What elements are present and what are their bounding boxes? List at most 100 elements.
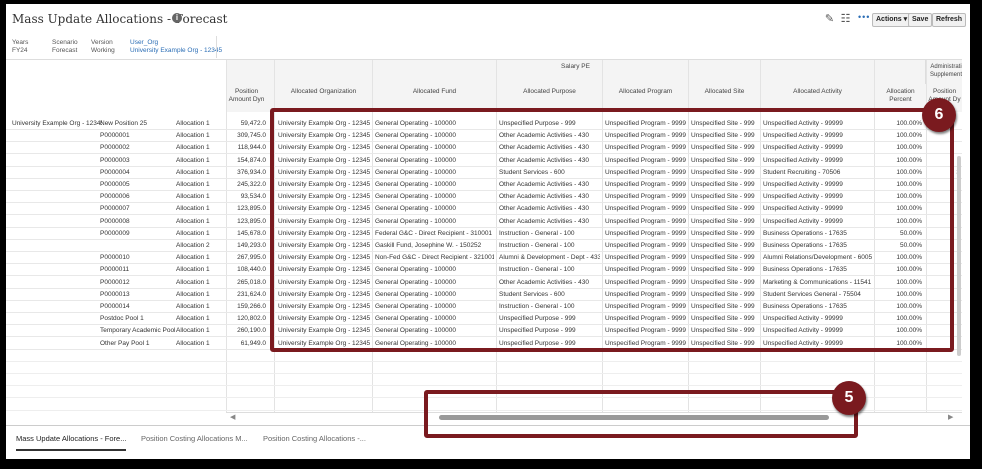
vertical-scrollbar[interactable] bbox=[957, 156, 961, 356]
cell-org0 bbox=[12, 167, 102, 179]
callout-box-scroll bbox=[424, 390, 858, 438]
pov-years[interactable]: Years FY24 bbox=[12, 39, 28, 55]
cell-amt[interactable]: 376,934.0 bbox=[226, 167, 266, 179]
cell-org0 bbox=[12, 252, 102, 264]
cell-org0 bbox=[12, 325, 102, 337]
cell-amt[interactable]: 265,018.0 bbox=[226, 277, 266, 289]
pov-label: Years bbox=[12, 39, 29, 46]
cell-org0 bbox=[12, 228, 102, 240]
pov-value: University Example Org - 12345 bbox=[130, 47, 223, 54]
cell-amt[interactable]: 61,949.0 bbox=[226, 338, 266, 350]
cell-pos: P0000013 bbox=[100, 290, 130, 298]
cell-alloc: Allocation 1 bbox=[176, 339, 210, 347]
cell-alloc: Allocation 1 bbox=[176, 168, 210, 176]
scroll-right-icon[interactable]: ▶ bbox=[948, 413, 953, 421]
cell-org0: University Example Org - 12345 bbox=[12, 120, 102, 127]
cell-alloc: Allocation 1 bbox=[176, 181, 210, 188]
cell-pos: P0000012 bbox=[100, 278, 130, 286]
cell-amt[interactable]: 149,293.0 bbox=[226, 240, 266, 252]
cell-org0 bbox=[12, 289, 102, 301]
tab-position-costing-allocations[interactable]: Position Costing Allocations -... bbox=[263, 434, 366, 443]
cell-amt[interactable]: 231,624.0 bbox=[226, 289, 266, 301]
pov-label: Version bbox=[91, 39, 113, 46]
cell-alloc: Allocation 1 bbox=[176, 205, 210, 213]
cell-org0 bbox=[12, 179, 102, 191]
cell-alloc: Allocation 1 bbox=[176, 327, 210, 335]
cell-pos: P0000005 bbox=[100, 181, 130, 188]
cell-amt[interactable]: 59,472.0 bbox=[226, 118, 266, 130]
refresh-button[interactable]: Refresh bbox=[932, 13, 967, 27]
cell-pos: P0000002 bbox=[100, 144, 130, 152]
callout-box-grid bbox=[270, 108, 954, 352]
cell-amt[interactable]: 93,534.0 bbox=[226, 191, 266, 203]
save-button[interactable]: Save bbox=[908, 13, 933, 27]
cell-alloc: Allocation 1 bbox=[176, 156, 210, 164]
pov-version[interactable]: Version Working bbox=[91, 39, 115, 55]
cell-amt[interactable]: 245,322.0 bbox=[226, 179, 266, 191]
cell-pos bbox=[100, 240, 176, 252]
cell-org0 bbox=[12, 191, 102, 203]
cell-alloc: Allocation 1 bbox=[176, 144, 210, 152]
group-header-salary: Salary PE bbox=[226, 60, 926, 84]
pov-label: User_Org bbox=[130, 39, 159, 46]
empty-row bbox=[6, 362, 962, 374]
cell-amt[interactable]: 267,995.0 bbox=[226, 252, 266, 264]
cell-alloc: Allocation 1 bbox=[176, 290, 210, 298]
cell-pos: P0000007 bbox=[100, 205, 130, 213]
page-title: Mass Update Allocations - Forecast bbox=[12, 12, 228, 26]
cell-amt[interactable]: 260,190.0 bbox=[226, 325, 266, 337]
pov-value: Forecast bbox=[52, 47, 78, 54]
more-icon[interactable]: ••• bbox=[858, 12, 870, 22]
cell-alloc: Allocation 1 bbox=[176, 132, 210, 140]
cell-pos: P0000010 bbox=[100, 254, 130, 262]
info-icon[interactable]: i bbox=[172, 13, 182, 23]
cell-pos: Postdoc Pool 1 bbox=[100, 315, 144, 323]
cell-alloc: Allocation 1 bbox=[176, 315, 210, 323]
cell-alloc: Allocation 2 bbox=[176, 242, 210, 249]
cell-org0 bbox=[12, 216, 102, 228]
cell-amt[interactable]: 123,895.0 bbox=[226, 203, 266, 215]
cell-amt[interactable]: 108,440.0 bbox=[226, 264, 266, 276]
callout-badge-6: 6 bbox=[922, 98, 956, 132]
cell-alloc: Allocation 1 bbox=[176, 278, 210, 286]
cell-amt[interactable]: 309,745.0 bbox=[226, 130, 266, 142]
edit-icon[interactable]: ✎ bbox=[823, 13, 836, 25]
cell-pos: Temporary Academic Pool 1 bbox=[100, 327, 176, 335]
tab-mass-update-allocations[interactable]: Mass Update Allocations - Fore... bbox=[16, 434, 127, 451]
pov-scenario[interactable]: Scenario Forecast bbox=[52, 39, 78, 55]
cell-pos: P0000001 bbox=[100, 132, 130, 140]
page-header: Mass Update Allocations - Forecast i ✎ ☷… bbox=[6, 4, 970, 34]
cell-org0 bbox=[12, 264, 102, 276]
cell-org0 bbox=[12, 155, 102, 167]
cell-amt[interactable]: 145,678.0 bbox=[226, 228, 266, 240]
cell-org0 bbox=[12, 301, 102, 313]
cell-org0 bbox=[12, 240, 102, 252]
cell-org0 bbox=[12, 313, 102, 325]
cell-pos: Other Pay Pool 1 bbox=[100, 339, 150, 347]
cell-alloc: Allocation 1 bbox=[176, 193, 210, 201]
cell-amt[interactable]: 154,874.0 bbox=[226, 155, 266, 167]
cell-amt[interactable]: 118,944.0 bbox=[226, 142, 266, 154]
actions-button[interactable]: Actions ▾ bbox=[872, 13, 912, 27]
cell-amt[interactable]: 120,802.0 bbox=[226, 313, 266, 325]
cell-alloc: Allocation 1 bbox=[176, 266, 210, 274]
scroll-left-icon[interactable]: ◀ bbox=[230, 413, 235, 421]
cell-amt[interactable]: 159,266.0 bbox=[226, 301, 266, 313]
pov-value: FY24 bbox=[12, 47, 28, 54]
cell-org0 bbox=[12, 277, 102, 289]
cell-pos: P0000011 bbox=[100, 266, 130, 274]
cell-alloc: Allocation 1 bbox=[176, 229, 210, 237]
cell-org0 bbox=[12, 142, 102, 154]
cell-pos: New Position 25 bbox=[100, 120, 147, 127]
cell-amt[interactable]: 123,895.0 bbox=[226, 216, 266, 228]
col-header[interactable]: Position Amount Dyn bbox=[226, 84, 266, 112]
cell-pos: P0000004 bbox=[100, 168, 130, 176]
cell-alloc: Allocation 1 bbox=[176, 303, 210, 310]
cell-pos: P0000008 bbox=[100, 217, 130, 225]
pov-user-org[interactable]: User_Org University Example Org - 12345 bbox=[130, 39, 222, 55]
cell-alloc: Allocation 1 bbox=[176, 254, 210, 262]
cell-pos: P0000014 bbox=[100, 303, 130, 310]
tab-position-costing-allocations-m[interactable]: Position Costing Allocations M... bbox=[141, 434, 248, 443]
cell-org0 bbox=[12, 130, 102, 142]
search-grid-icon[interactable]: ☷ bbox=[839, 13, 852, 25]
